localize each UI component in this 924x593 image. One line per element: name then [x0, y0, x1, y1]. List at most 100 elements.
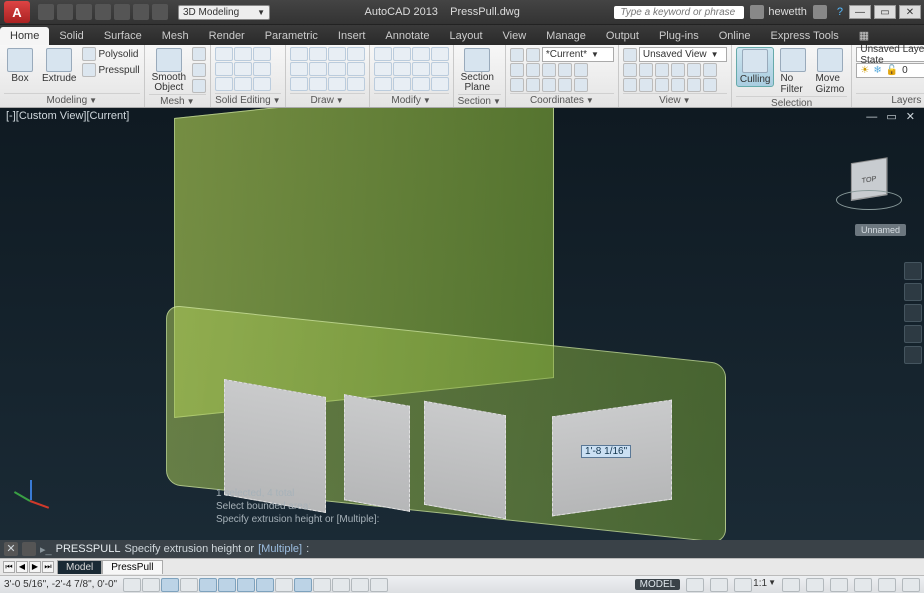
ucs-x-icon[interactable]	[510, 63, 524, 77]
tab-surface[interactable]: Surface	[94, 27, 152, 45]
viewcube-compass[interactable]	[836, 190, 902, 210]
panel-label-coordinates[interactable]: Coordinates▼	[510, 93, 614, 107]
view-manager-icon[interactable]	[623, 48, 637, 62]
zoom-icon[interactable]	[904, 304, 922, 322]
union-icon[interactable]	[215, 47, 233, 61]
ucs-icon[interactable]	[510, 48, 524, 62]
fillet-icon[interactable]	[431, 62, 449, 76]
layout-tab-presspull[interactable]: PressPull	[102, 560, 162, 574]
panel-label-modeling[interactable]: Modeling▼	[4, 93, 140, 107]
fillet-edge-icon[interactable]	[253, 77, 271, 91]
ucs-face-icon[interactable]	[526, 78, 540, 92]
tab-mesh[interactable]: Mesh	[152, 27, 199, 45]
chevron-down-icon[interactable]: ▼	[768, 578, 776, 592]
cmdline-customize-icon[interactable]	[22, 542, 36, 556]
viewport-window-controls[interactable]: — ▭ ✕	[866, 110, 918, 123]
tab-expresstools[interactable]: Express Tools	[761, 27, 849, 45]
ucs-world-icon[interactable]	[526, 48, 540, 62]
rotate-icon[interactable]	[412, 47, 430, 61]
infer-constraints-toggle[interactable]	[123, 578, 141, 592]
mirror-icon[interactable]	[374, 62, 392, 76]
tab-layout[interactable]: Layout	[439, 27, 492, 45]
nofilter-button[interactable]: No Filter	[777, 47, 809, 96]
dynamic-input[interactable]: 1'-8 1/16"	[581, 445, 631, 458]
tab-parametric[interactable]: Parametric	[255, 27, 328, 45]
mesh-less-icon[interactable]	[192, 63, 206, 77]
move-icon[interactable]	[374, 47, 392, 61]
tab-nav-next[interactable]: ▶	[29, 561, 41, 573]
view-right-icon[interactable]	[671, 63, 685, 77]
workspace-switch-icon[interactable]	[806, 578, 824, 592]
array-icon[interactable]	[374, 77, 392, 91]
spline-icon[interactable]	[328, 62, 346, 76]
panel-label-view[interactable]: View▼	[623, 93, 727, 107]
close-button[interactable]: ✕	[899, 5, 921, 19]
quickview-layouts-icon[interactable]	[686, 578, 704, 592]
rectangle-icon[interactable]	[290, 62, 308, 76]
extrude-button[interactable]: Extrude	[39, 47, 79, 85]
ortho-toggle[interactable]	[180, 578, 198, 592]
unsaved-view-combo[interactable]: Unsaved View▼	[639, 47, 727, 62]
ucs-object-icon[interactable]	[542, 78, 556, 92]
view-parallel-icon[interactable]	[687, 78, 701, 92]
snap-toggle[interactable]	[142, 578, 160, 592]
mesh-more-icon[interactable]	[192, 47, 206, 61]
view-ne-icon[interactable]	[655, 78, 669, 92]
panel-label-modify[interactable]: Modify▼	[374, 93, 449, 107]
shell-icon[interactable]	[215, 77, 233, 91]
view-top-icon[interactable]	[623, 63, 637, 77]
cmdline-option[interactable]: [Multiple]	[258, 543, 302, 555]
tab-focus[interactable]: ▦	[849, 26, 879, 45]
ellipse-icon[interactable]	[309, 62, 327, 76]
panel-label-layers[interactable]: Layers▼	[856, 93, 924, 107]
ucs-combo[interactable]: *Current*▼	[542, 47, 614, 62]
pan-icon[interactable]	[904, 283, 922, 301]
hardware-accel-icon[interactable]	[854, 578, 872, 592]
culling-button[interactable]: Culling	[736, 47, 775, 87]
qat-undo-icon[interactable]	[133, 4, 149, 20]
qat-redo-icon[interactable]	[152, 4, 168, 20]
panel-label-section[interactable]: Section▼	[458, 94, 501, 108]
exchange-icon[interactable]	[813, 5, 827, 19]
explode-icon[interactable]	[412, 77, 430, 91]
view-nw-icon[interactable]	[671, 78, 685, 92]
showmotion-icon[interactable]	[904, 346, 922, 364]
toolbar-lock-icon[interactable]	[830, 578, 848, 592]
view-sw-icon[interactable]	[623, 78, 637, 92]
ucs-3point-icon[interactable]	[558, 78, 572, 92]
tab-insert[interactable]: Insert	[328, 27, 376, 45]
grid-toggle[interactable]	[161, 578, 179, 592]
3dosnap-toggle[interactable]	[237, 578, 255, 592]
ucs-view-icon[interactable]	[558, 63, 572, 77]
dyn-toggle[interactable]	[294, 578, 312, 592]
tab-annotate[interactable]: Annotate	[375, 27, 439, 45]
tab-home[interactable]: Home	[0, 27, 49, 45]
intersect-icon[interactable]	[253, 47, 271, 61]
tab-render[interactable]: Render	[199, 27, 255, 45]
sc-toggle[interactable]	[370, 578, 388, 592]
isolate-objects-icon[interactable]	[878, 578, 896, 592]
polysolid-button[interactable]: Polysolid	[82, 47, 139, 61]
maximize-button[interactable]: ▭	[874, 5, 896, 19]
box-button[interactable]: Box	[4, 47, 36, 85]
slice-icon[interactable]	[215, 62, 233, 76]
panel-label-solidedit[interactable]: Solid Editing▼	[215, 93, 281, 107]
ucs-named-icon[interactable]	[574, 78, 588, 92]
trim-icon[interactable]	[431, 47, 449, 61]
line-icon[interactable]	[290, 47, 308, 61]
app-menu-button[interactable]: A	[4, 1, 30, 23]
layer-state-combo[interactable]: Unsaved Layer State▼	[856, 47, 924, 62]
minimize-button[interactable]: —	[849, 5, 871, 19]
polar-toggle[interactable]	[199, 578, 217, 592]
space-indicator[interactable]: MODEL	[635, 579, 681, 590]
panel-label-mesh[interactable]: Mesh▼	[149, 94, 206, 108]
thicken-icon[interactable]	[234, 62, 252, 76]
layer-current-combo[interactable]: ☀❄🔓0▼	[856, 63, 924, 78]
donut-icon[interactable]	[347, 77, 365, 91]
qat-saveas-icon[interactable]	[95, 4, 111, 20]
tab-view[interactable]: View	[493, 27, 537, 45]
scale-icon[interactable]	[393, 62, 411, 76]
layout-tab-model[interactable]: Model	[57, 560, 102, 574]
tab-output[interactable]: Output	[596, 27, 649, 45]
qp-toggle[interactable]	[351, 578, 369, 592]
